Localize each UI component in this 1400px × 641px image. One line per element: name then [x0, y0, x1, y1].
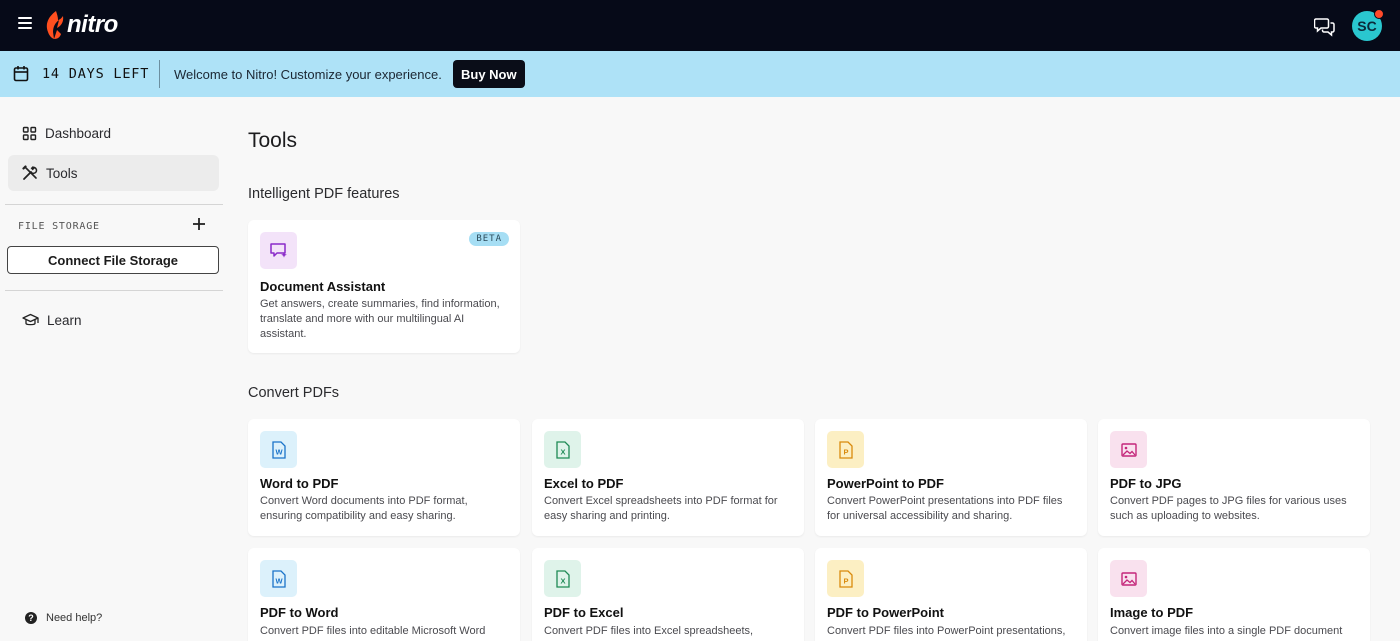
card-description: Get answers, create summaries, find info…: [260, 298, 500, 340]
sidebar-item-dashboard[interactable]: Dashboard: [8, 115, 219, 151]
card-description: Convert PowerPoint presentations into PD…: [827, 495, 1063, 522]
section-title-convert: Convert PDFs: [248, 385, 340, 401]
card-description: Convert PDF files into editable Microsof…: [260, 625, 486, 637]
word-icon-box: W: [260, 431, 297, 468]
powerpoint-to-pdf-card[interactable]: P PowerPoint to PDF Convert PowerPoint p…: [815, 419, 1087, 536]
top-bar: nitro SC: [0, 0, 1400, 51]
excel-icon-box: X: [544, 560, 581, 597]
svg-text:P: P: [843, 447, 848, 456]
excel-file-icon: X: [555, 569, 570, 588]
card-description: Convert Word documents into PDF format, …: [260, 495, 468, 522]
add-storage-plus-icon[interactable]: [191, 216, 207, 232]
image-icon-box: [1110, 431, 1147, 468]
svg-text:W: W: [275, 447, 283, 456]
powerpoint-file-icon: P: [838, 569, 853, 588]
sidebar: Dashboard Tools FILE STORAGE Connect Fil…: [0, 97, 228, 641]
card-title: Word to PDF: [260, 476, 339, 491]
image-to-pdf-card[interactable]: Image to PDF Convert image files into a …: [1098, 548, 1370, 641]
card-title: Document Assistant: [260, 279, 386, 294]
pdf-to-word-card[interactable]: W PDF to Word Convert PDF files into edi…: [248, 548, 520, 641]
sidebar-item-tools[interactable]: Tools: [8, 155, 219, 191]
word-to-pdf-card[interactable]: W Word to PDF Convert Word documents int…: [248, 419, 520, 536]
ai-chat-sparkle-icon: [269, 242, 287, 258]
menu-icon[interactable]: [18, 17, 32, 31]
word-icon-box: W: [260, 560, 297, 597]
card-title: Excel to PDF: [544, 476, 624, 491]
card-description: Convert PDF pages to JPG files for vario…: [1110, 495, 1347, 522]
help-icon: ?: [25, 612, 37, 624]
user-avatar[interactable]: SC: [1352, 9, 1384, 41]
sidebar-item-label: Tools: [46, 165, 78, 181]
sidebar-item-label: Dashboard: [45, 125, 112, 141]
welcome-text: Welcome to Nitro! Customize your experie…: [174, 67, 442, 82]
card-description: Convert PDF files into Excel spreadsheet…: [544, 625, 754, 637]
need-help-link[interactable]: ? Need help?: [25, 612, 102, 624]
excel-icon-box: X: [544, 431, 581, 468]
chat-icon[interactable]: [1314, 15, 1336, 37]
card-title: PowerPoint to PDF: [827, 476, 944, 491]
pdf-to-jpg-card[interactable]: PDF to JPG Convert PDF pages to JPG file…: [1098, 419, 1370, 536]
days-left-text: 14 DAYS LEFT: [42, 66, 150, 82]
pdf-to-powerpoint-card[interactable]: P PDF to PowerPoint Convert PDF files in…: [815, 548, 1087, 641]
pdf-to-excel-card[interactable]: X PDF to Excel Convert PDF files into Ex…: [532, 548, 804, 641]
svg-text:P: P: [843, 576, 848, 585]
powerpoint-icon-box: P: [827, 560, 864, 597]
graduation-cap-icon: [22, 313, 39, 325]
word-file-icon: W: [271, 569, 286, 588]
powerpoint-file-icon: P: [838, 440, 853, 459]
nitro-flame-icon: [46, 11, 64, 39]
beta-badge: BETA: [469, 232, 509, 246]
sidebar-item-label: Learn: [47, 312, 82, 328]
card-description: Convert PDF files into PowerPoint presen…: [827, 625, 1066, 637]
dashboard-grid-icon: [22, 126, 37, 140]
page-title: Tools: [248, 129, 298, 152]
image-icon: [1120, 571, 1137, 586]
svg-text:X: X: [560, 576, 565, 585]
avatar-initials: SC: [1357, 18, 1377, 34]
powerpoint-icon-box: P: [827, 431, 864, 468]
sidebar-divider: [5, 204, 223, 205]
notification-dot: [1374, 9, 1384, 19]
image-icon-box: [1110, 560, 1147, 597]
file-storage-label: FILE STORAGE: [18, 221, 100, 232]
card-title: PDF to JPG: [1110, 476, 1182, 491]
card-description: Convert Excel spreadsheets into PDF form…: [544, 495, 778, 522]
svg-text:W: W: [275, 576, 283, 585]
banner-divider: [159, 60, 160, 88]
connect-file-storage-button[interactable]: Connect File Storage: [7, 246, 219, 274]
tools-icon: [22, 165, 38, 180]
word-file-icon: W: [271, 440, 286, 459]
excel-to-pdf-card[interactable]: X Excel to PDF Convert Excel spreadsheet…: [532, 419, 804, 536]
section-title-intelligent: Intelligent PDF features: [248, 186, 400, 202]
nitro-logo[interactable]: nitro: [45, 9, 118, 41]
image-icon: [1120, 442, 1137, 457]
sidebar-item-learn[interactable]: Learn: [8, 302, 219, 338]
card-title: PDF to PowerPoint: [827, 605, 944, 620]
document-assistant-card[interactable]: BETA Document Assistant Get answers, cre…: [248, 220, 520, 353]
assistant-icon-box: [260, 232, 297, 269]
sidebar-divider: [5, 290, 223, 291]
help-text: Need help?: [46, 612, 103, 624]
card-description: Convert image files into a single PDF do…: [1110, 625, 1343, 641]
card-title: PDF to Excel: [544, 605, 624, 620]
card-title: Image to PDF: [1110, 605, 1194, 620]
card-title: PDF to Word: [260, 605, 339, 620]
trial-banner: 14 DAYS LEFT Welcome to Nitro! Customize…: [0, 51, 1400, 97]
logo-text: nitro: [67, 11, 118, 38]
excel-file-icon: X: [555, 440, 570, 459]
buy-now-button[interactable]: Buy Now: [453, 60, 525, 88]
calendar-icon: [13, 66, 29, 82]
svg-text:X: X: [560, 447, 565, 456]
